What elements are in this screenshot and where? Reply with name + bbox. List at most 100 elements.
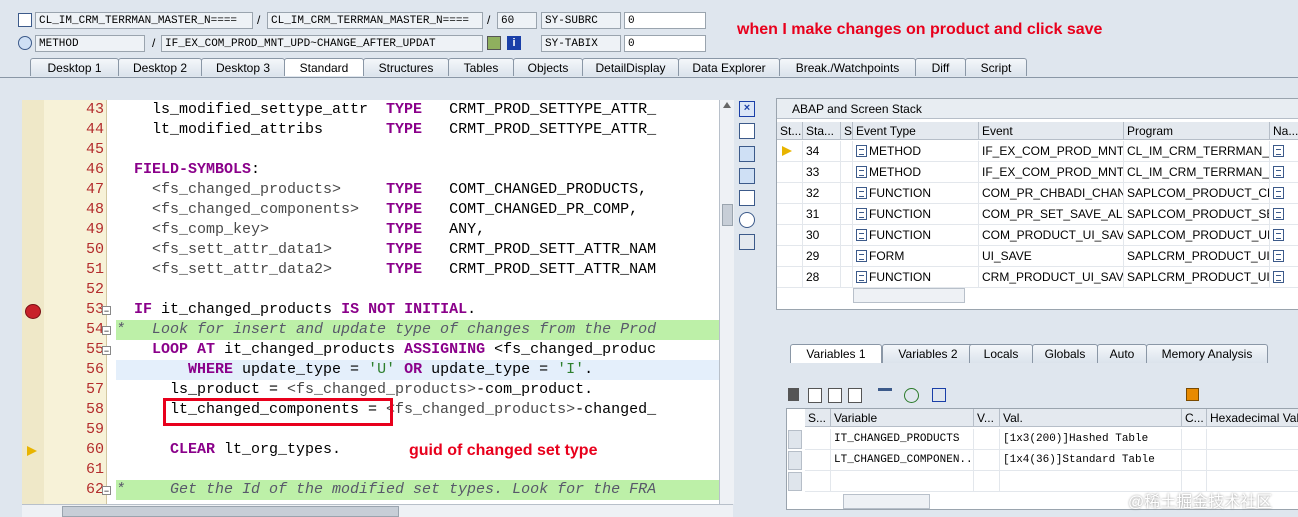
- code-line[interactable]: 57 ls_product = <fs_changed_products>-co…: [22, 380, 719, 400]
- stack-program-cell[interactable]: CL_IM_CRM_TERRMAN_...: [1124, 162, 1270, 183]
- stack-level-cell[interactable]: 28: [803, 267, 841, 288]
- stack-hscroll[interactable]: [853, 288, 965, 303]
- stack-navigate-cell[interactable]: [1270, 183, 1298, 204]
- editor-vertical-scrollbar[interactable]: [719, 100, 734, 504]
- tab-tables[interactable]: Tables: [448, 58, 514, 76]
- scroll-thumb[interactable]: [62, 506, 399, 517]
- var-hex-cell[interactable]: [1207, 450, 1298, 471]
- var-hex-cell[interactable]: [1207, 429, 1298, 450]
- code-line[interactable]: 62 * Get the Id of the modified set types…: [22, 480, 719, 500]
- table-icon[interactable]: [848, 388, 862, 403]
- display-source-icon[interactable]: [487, 36, 501, 50]
- table-icon[interactable]: [828, 388, 842, 403]
- stack-event-cell[interactable]: CRM_PRODUCT_UI_SAVE: [979, 267, 1124, 288]
- tab-desktop-1[interactable]: Desktop 1: [30, 58, 119, 76]
- close-icon[interactable]: ×: [739, 101, 755, 117]
- code-line[interactable]: 51 <fs_sett_attr_data2> TYPE CRMT_PROD_S…: [22, 260, 719, 280]
- stack-event-type-cell[interactable]: FUNCTION: [853, 267, 979, 288]
- document-icon[interactable]: [1273, 187, 1284, 199]
- stack-event-cell[interactable]: IF_EX_COM_PROD_MNT...: [979, 162, 1124, 183]
- program-field[interactable]: CL_IM_CRM_TERRMAN_MASTER_N====: [35, 12, 253, 29]
- document-icon[interactable]: [1273, 250, 1284, 262]
- document-icon[interactable]: [1273, 229, 1284, 241]
- stack-s-cell[interactable]: [841, 246, 853, 267]
- stack-event-cell[interactable]: COM_PRODUCT_UI_SAVE: [979, 225, 1124, 246]
- stack-column-header[interactable]: Event Type: [853, 122, 979, 140]
- variables-column-header[interactable]: V...: [974, 409, 1000, 427]
- tab-script[interactable]: Script: [965, 58, 1027, 76]
- maximize-icon[interactable]: [739, 168, 755, 184]
- stack-current-cell[interactable]: [777, 246, 803, 267]
- variables-column-header[interactable]: S...: [805, 409, 831, 427]
- code-line[interactable]: 53 IF it_changed_products IS NOT INITIAL…: [22, 300, 719, 320]
- delete-icon[interactable]: [788, 388, 799, 401]
- code-line[interactable]: 46 FIELD-SYMBOLS:: [22, 160, 719, 180]
- stack-navigate-cell[interactable]: [1270, 246, 1298, 267]
- var-v-cell[interactable]: [974, 450, 1000, 471]
- code-line[interactable]: 56 WHERE update_type = 'U' OR update_typ…: [22, 360, 719, 380]
- code-line[interactable]: 49 <fs_comp_key> TYPE ANY,: [22, 220, 719, 240]
- sysvar-name-field[interactable]: SY-TABIX: [541, 35, 621, 52]
- sysvar-value-field[interactable]: 0: [624, 35, 706, 52]
- variables-column-header[interactable]: Val.: [1000, 409, 1182, 427]
- stack-level-cell[interactable]: 34: [803, 141, 841, 162]
- tab-variables-2[interactable]: Variables 2: [882, 344, 974, 363]
- sysvar-value-field[interactable]: 0: [624, 12, 706, 29]
- settings-icon[interactable]: [739, 234, 755, 250]
- tab-auto[interactable]: Auto: [1097, 344, 1147, 363]
- stack-event-type-cell[interactable]: FORM: [853, 246, 979, 267]
- stack-level-cell[interactable]: 29: [803, 246, 841, 267]
- variables-column-header[interactable]: Variable: [831, 409, 974, 427]
- var-v-cell[interactable]: [974, 429, 1000, 450]
- expand-icon[interactable]: [739, 190, 755, 206]
- info-icon[interactable]: i: [507, 36, 521, 50]
- stack-level-cell[interactable]: 30: [803, 225, 841, 246]
- var-status-cell[interactable]: [805, 450, 831, 471]
- services-icon[interactable]: [739, 212, 755, 228]
- stack-navigate-cell[interactable]: [1270, 225, 1298, 246]
- tab-desktop-2[interactable]: Desktop 2: [118, 58, 202, 76]
- transfer-icon[interactable]: [904, 388, 919, 403]
- fold-toggle[interactable]: −: [102, 486, 111, 496]
- variables-column-header[interactable]: C...: [1182, 409, 1207, 427]
- stack-event-type-cell[interactable]: METHOD: [853, 162, 979, 183]
- fold-toggle[interactable]: −: [102, 346, 111, 356]
- code-line[interactable]: 54 * Look for insert and update type of c…: [22, 320, 719, 340]
- stack-s-cell[interactable]: [841, 141, 853, 162]
- code-line[interactable]: 50 <fs_sett_attr_data1> TYPE CRMT_PROD_S…: [22, 240, 719, 260]
- stack-s-cell[interactable]: [841, 183, 853, 204]
- stack-program-cell[interactable]: SAPLCOM_PRODUCT_CH...: [1124, 183, 1270, 204]
- stack-current-cell[interactable]: [777, 225, 803, 246]
- variables-hscroll[interactable]: [843, 494, 930, 509]
- stack-event-type-cell[interactable]: METHOD: [853, 141, 979, 162]
- stack-event-cell[interactable]: UI_SAVE: [979, 246, 1124, 267]
- swap-tool-icon[interactable]: [739, 146, 755, 162]
- include-field[interactable]: CL_IM_CRM_TERRMAN_MASTER_N====: [267, 12, 483, 29]
- editor-horizontal-scrollbar[interactable]: [22, 504, 733, 517]
- stack-event-type-cell[interactable]: FUNCTION: [853, 183, 979, 204]
- row-selector[interactable]: [788, 472, 802, 491]
- tab-data-explorer[interactable]: Data Explorer: [678, 58, 780, 76]
- stack-current-cell[interactable]: [777, 183, 803, 204]
- code-line[interactable]: 52: [22, 280, 719, 300]
- scroll-thumb[interactable]: [722, 204, 733, 226]
- code-line[interactable]: 45: [22, 140, 719, 160]
- stack-program-cell[interactable]: CL_IM_CRM_TERRMAN_...: [1124, 141, 1270, 162]
- tab-locals[interactable]: Locals: [969, 344, 1033, 363]
- stack-navigate-cell[interactable]: [1270, 141, 1298, 162]
- var-name-cell[interactable]: IT_CHANGED_PRODUCTS: [831, 429, 974, 450]
- var-value-cell[interactable]: [1x3(200)]Hashed Table: [1000, 429, 1182, 450]
- code-line[interactable]: 61: [22, 460, 719, 480]
- source-code-editor[interactable]: 43 ls_modified_settype_attr TYPE CRMT_PR…: [22, 100, 719, 504]
- stack-column-header[interactable]: Na...: [1270, 122, 1298, 140]
- stack-event-cell[interactable]: IF_EX_COM_PROD_MNT...: [979, 141, 1124, 162]
- code-line[interactable]: 60 CLEAR lt_org_types.: [22, 440, 719, 460]
- var-name-cell[interactable]: LT_CHANGED_COMPONEN...: [831, 450, 974, 471]
- tab-globals[interactable]: Globals: [1032, 344, 1098, 363]
- stack-column-header[interactable]: St...: [777, 122, 803, 140]
- stack-current-cell[interactable]: [777, 141, 803, 162]
- document-icon[interactable]: [1273, 166, 1284, 178]
- table-icon[interactable]: [808, 388, 822, 403]
- breakpoint-icon[interactable]: [25, 304, 41, 319]
- event-type-field[interactable]: METHOD: [35, 35, 145, 52]
